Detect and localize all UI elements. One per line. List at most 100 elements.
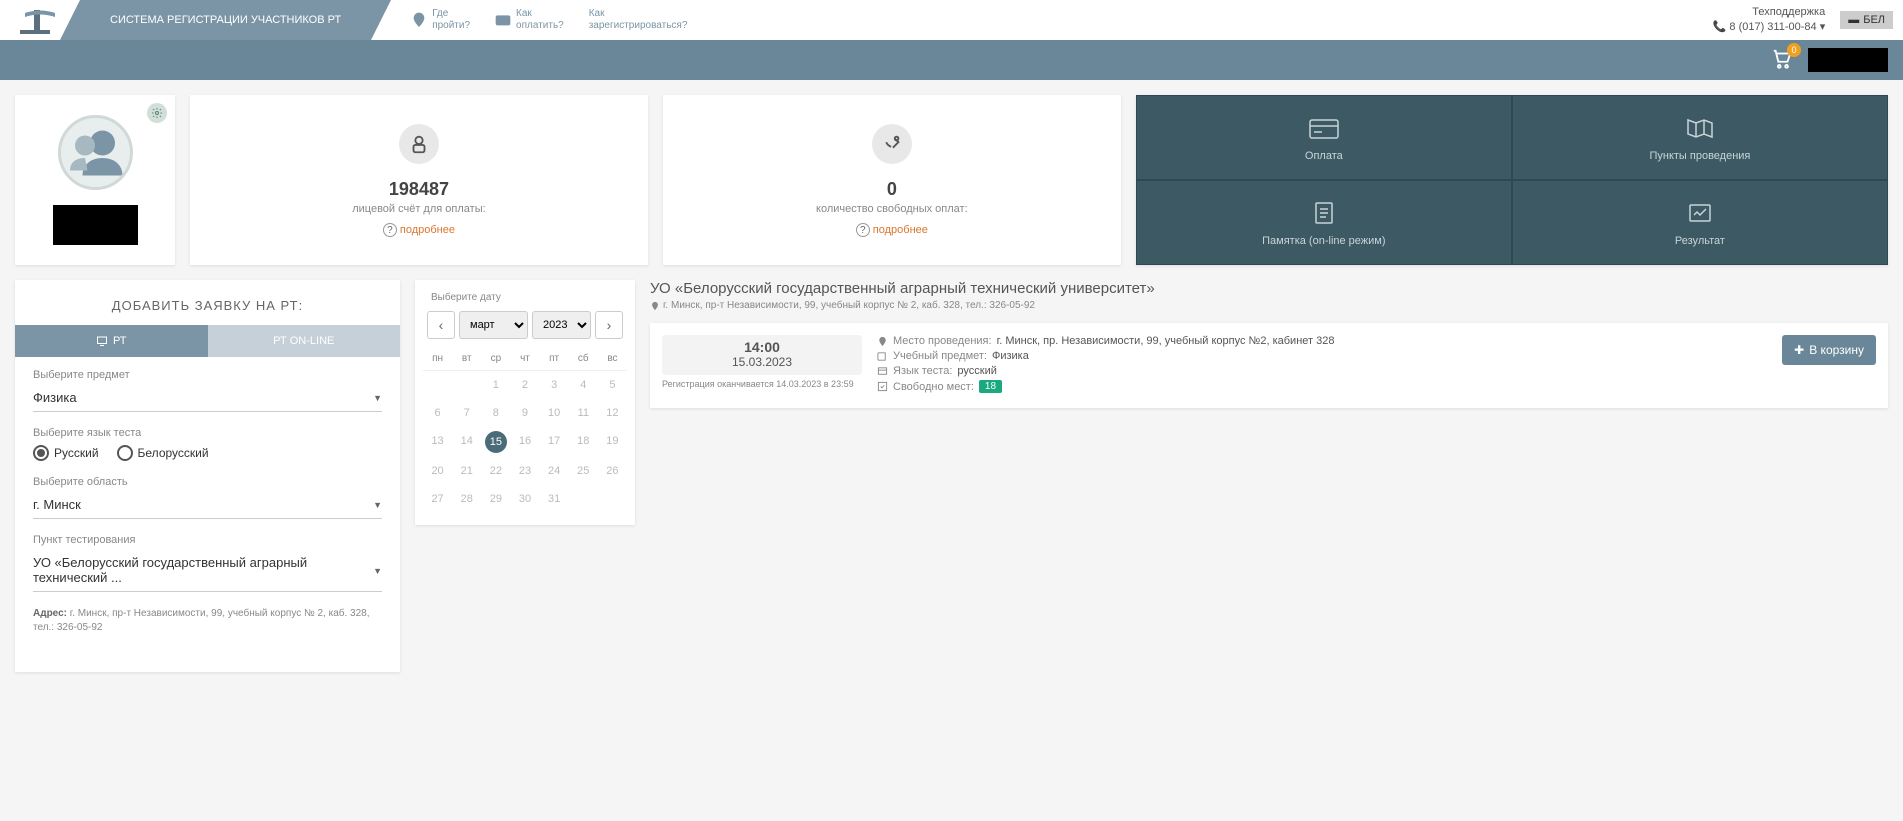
- profile-card: [15, 95, 175, 265]
- region-label: Выберите область: [33, 476, 382, 488]
- calendar-day[interactable]: 17: [540, 427, 569, 457]
- calendar-day[interactable]: 5: [598, 371, 627, 399]
- tab-rt-online[interactable]: РТ ON-LINE: [208, 325, 401, 357]
- calendar-day[interactable]: 11: [569, 399, 598, 427]
- point-select[interactable]: УО «Белорусский государственный аграрный…: [33, 549, 382, 592]
- form-title: ДОБАВИТЬ ЗАЯВКУ НА РТ:: [15, 280, 400, 325]
- tile-memo[interactable]: Памятка (on-line режим): [1136, 180, 1512, 265]
- calendar-day[interactable]: 24: [540, 457, 569, 485]
- cart-button[interactable]: 0: [1771, 48, 1793, 73]
- radio-belarusian[interactable]: Белорусский: [117, 445, 209, 461]
- add-to-cart-button[interactable]: ✚ В корзину: [1782, 335, 1876, 365]
- calendar-day[interactable]: 23: [510, 457, 539, 485]
- tab-rt[interactable]: РТ: [15, 325, 208, 357]
- plus-icon: ✚: [1794, 343, 1804, 357]
- calendar-title: Выберите дату: [423, 280, 627, 311]
- language-switch[interactable]: ▬ БЕЛ: [1840, 11, 1893, 29]
- free-seats-badge: 18: [979, 380, 1002, 393]
- calendar-day[interactable]: 19: [598, 427, 627, 457]
- registration-deadline: Регистрация оканчивается 14.03.2023 в 23…: [662, 379, 862, 389]
- tile-result[interactable]: Результат: [1512, 180, 1888, 265]
- calendar-day[interactable]: 18: [569, 427, 598, 457]
- form-address: Адрес: г. Минск, пр-т Независимости, 99,…: [33, 607, 382, 635]
- dashboard-row: 198487 лицевой счёт для оплаты: ? подроб…: [0, 80, 1903, 280]
- cart-badge: 0: [1787, 43, 1801, 57]
- calendar-day[interactable]: 1: [481, 371, 510, 399]
- account-number: 198487: [389, 179, 449, 200]
- card-icon: [495, 12, 511, 28]
- calendar-day[interactable]: 21: [452, 457, 481, 485]
- calendar-day[interactable]: 13: [423, 427, 452, 457]
- nav-register[interactable]: Какзарегистрироваться?: [589, 8, 688, 32]
- calendar-year-select[interactable]: 2023: [532, 311, 591, 339]
- payments-icon: [872, 124, 912, 164]
- calendar-day[interactable]: 29: [481, 485, 510, 513]
- credit-card-icon: [1308, 114, 1340, 142]
- calendar-day[interactable]: 25: [569, 457, 598, 485]
- slot-details: Место проведения: г. Минск, пр. Независи…: [862, 335, 1782, 396]
- avatar: [58, 115, 133, 190]
- calendar-day[interactable]: 26: [598, 457, 627, 485]
- subject-select[interactable]: Физика: [33, 384, 382, 412]
- pin-icon: [650, 301, 660, 311]
- venue-header: УО «Белорусский государственный аграрный…: [650, 280, 1888, 311]
- calendar-day[interactable]: 7: [452, 399, 481, 427]
- support-info: Техподдержка 📞 8 (017) 311-00-84 ▾: [1713, 5, 1841, 36]
- calendar-day[interactable]: 3: [540, 371, 569, 399]
- account-more-link[interactable]: ? подробнее: [383, 223, 455, 237]
- question-icon: ?: [383, 223, 397, 237]
- calendar-day[interactable]: 20: [423, 457, 452, 485]
- subject-label: Выберите предмет: [33, 369, 382, 381]
- calendar-month-select[interactable]: март: [459, 311, 528, 339]
- check-icon: [877, 381, 888, 392]
- calendar-day[interactable]: 12: [598, 399, 627, 427]
- calendar-day[interactable]: 28: [452, 485, 481, 513]
- calendar-day[interactable]: 4: [569, 371, 598, 399]
- calendar-day[interactable]: 6: [423, 399, 452, 427]
- calendar-day-header: чт: [510, 347, 539, 371]
- calendar-day[interactable]: 8: [481, 399, 510, 427]
- nav-links: Гдепройти? Какоплатить? Какзарегистриров…: [411, 8, 687, 32]
- calendar-day[interactable]: 14: [452, 427, 481, 457]
- calendar-day[interactable]: 16: [510, 427, 539, 457]
- calendar-prev[interactable]: ‹: [427, 311, 455, 339]
- profile-name: [53, 205, 138, 245]
- radio-russian[interactable]: Русский: [33, 445, 99, 461]
- book-icon: [877, 351, 888, 362]
- calendar-day[interactable]: 15: [485, 431, 507, 453]
- venue-title: УО «Белорусский государственный аграрный…: [650, 280, 1888, 297]
- calendar-next[interactable]: ›: [595, 311, 623, 339]
- calendar-day[interactable]: 2: [510, 371, 539, 399]
- calendar-day[interactable]: 22: [481, 457, 510, 485]
- payments-more-link[interactable]: ? подробнее: [856, 223, 928, 237]
- map-icon: [1684, 114, 1716, 142]
- free-payments-label: количество свободных оплат:: [816, 203, 968, 215]
- nav-where[interactable]: Гдепройти?: [411, 8, 470, 32]
- tile-payment[interactable]: Оплата: [1136, 95, 1512, 180]
- nav-pay[interactable]: Какоплатить?: [495, 8, 564, 32]
- top-header: СИСТЕМА РЕГИСТРАЦИИ УЧАСТНИКОВ РТ Гдепро…: [0, 0, 1903, 40]
- calendar-day[interactable]: 27: [423, 485, 452, 513]
- calendar-day-header: вт: [452, 347, 481, 371]
- calendar-day-header: сб: [569, 347, 598, 371]
- display-icon: [96, 335, 108, 347]
- account-icon: [399, 124, 439, 164]
- avatar-icon: [65, 123, 125, 183]
- calendar-day-header: пт: [540, 347, 569, 371]
- main-content: ДОБАВИТЬ ЗАЯВКУ НА РТ: РТ РТ ON-LINE Выб…: [0, 280, 1903, 687]
- tile-points[interactable]: Пункты проведения: [1512, 95, 1888, 180]
- time-slot-card: 14:00 15.03.2023 Регистрация оканчиваетс…: [650, 323, 1888, 408]
- flag-icon: ▬: [1848, 14, 1859, 26]
- calendar-day[interactable]: 9: [510, 399, 539, 427]
- region-select[interactable]: г. Минск: [33, 491, 382, 519]
- calendar-day[interactable]: 31: [540, 485, 569, 513]
- calendar-day[interactable]: 30: [510, 485, 539, 513]
- calendar-day-header: пн: [423, 347, 452, 371]
- gear-icon: [151, 107, 163, 119]
- calendar-day[interactable]: 10: [540, 399, 569, 427]
- tiles-card: Оплата Пункты проведения Памятка (on-lin…: [1136, 95, 1888, 265]
- account-card: 198487 лицевой счёт для оплаты: ? подроб…: [190, 95, 648, 265]
- user-name[interactable]: [1808, 48, 1888, 72]
- settings-button[interactable]: [147, 103, 167, 123]
- slot-time-box: 14:00 15.03.2023: [662, 335, 862, 375]
